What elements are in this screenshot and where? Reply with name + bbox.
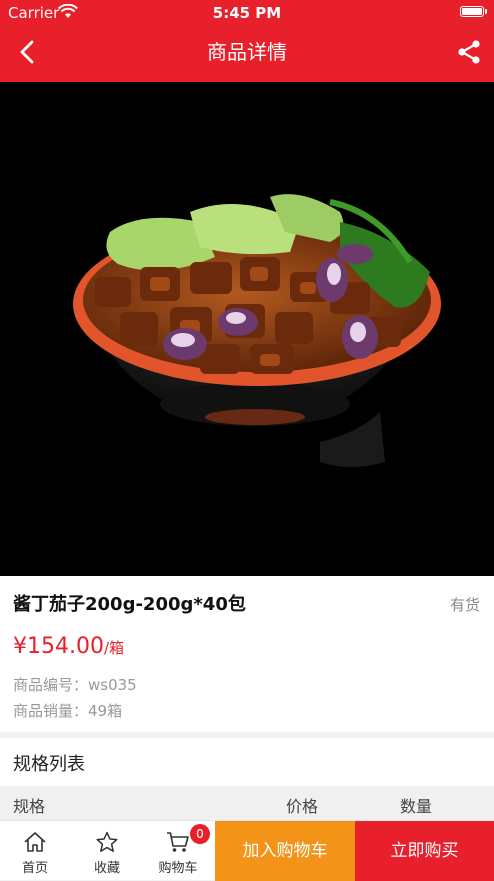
product-sales-row: 商品销量：49箱 — [13, 700, 122, 721]
price-unit: /箱 — [103, 639, 125, 657]
star-icon — [96, 831, 118, 852]
share-icon[interactable] — [456, 39, 482, 65]
clock: 5:45 PM — [212, 4, 282, 22]
home-icon — [24, 832, 46, 852]
page-title: 商品详情 — [207, 40, 287, 64]
spec-column-price: 价格 — [286, 797, 319, 816]
tab-cart-label: 购物车 — [158, 861, 198, 876]
product-code-label: 商品编号： — [13, 676, 89, 694]
cart-icon — [167, 832, 189, 852]
tab-home-label: 首页 — [21, 861, 48, 876]
app-header: Carrier 5:45 PM 商品详情 — [0, 0, 494, 82]
product-info: 酱丁茄子200g-200g*40包 有货 ¥154.00/箱 商品编号：ws03… — [0, 576, 494, 732]
cart-badge: 0 — [190, 824, 210, 844]
status-bar: Carrier 5:45 PM — [0, 0, 494, 26]
tab-home[interactable]: 首页 — [0, 821, 70, 881]
buy-now-button[interactable]: 立即购买 — [355, 821, 494, 881]
tab-favorite[interactable]: 收藏 — [72, 821, 142, 881]
product-name: 酱丁茄子200g-200g*40包 — [13, 594, 246, 615]
product-sales: 49箱 — [88, 702, 123, 720]
spec-title: 规格列表 — [13, 754, 85, 775]
product-code-row: 商品编号：ws035 — [13, 674, 137, 695]
battery-icon — [460, 6, 487, 17]
bottom-bar: 首页 收藏 购物车 0 加入购物车 立即购买 — [0, 820, 494, 881]
price-amount: ¥154.00 — [13, 634, 104, 659]
spec-table-header: 规格 价格 数量 — [0, 786, 494, 820]
tab-favorite-label: 收藏 — [93, 861, 120, 876]
add-to-cart-button[interactable]: 加入购物车 — [215, 821, 355, 881]
stock-status: 有货 — [449, 596, 480, 614]
product-code: ws035 — [88, 676, 137, 694]
product-price: ¥154.00/箱 — [13, 634, 124, 659]
spec-section: 规格列表 — [0, 738, 494, 786]
product-sales-label: 商品销量： — [13, 702, 89, 720]
spec-column-spec: 规格 — [13, 797, 46, 816]
product-image — [0, 82, 494, 576]
spec-column-quantity: 数量 — [400, 797, 433, 816]
